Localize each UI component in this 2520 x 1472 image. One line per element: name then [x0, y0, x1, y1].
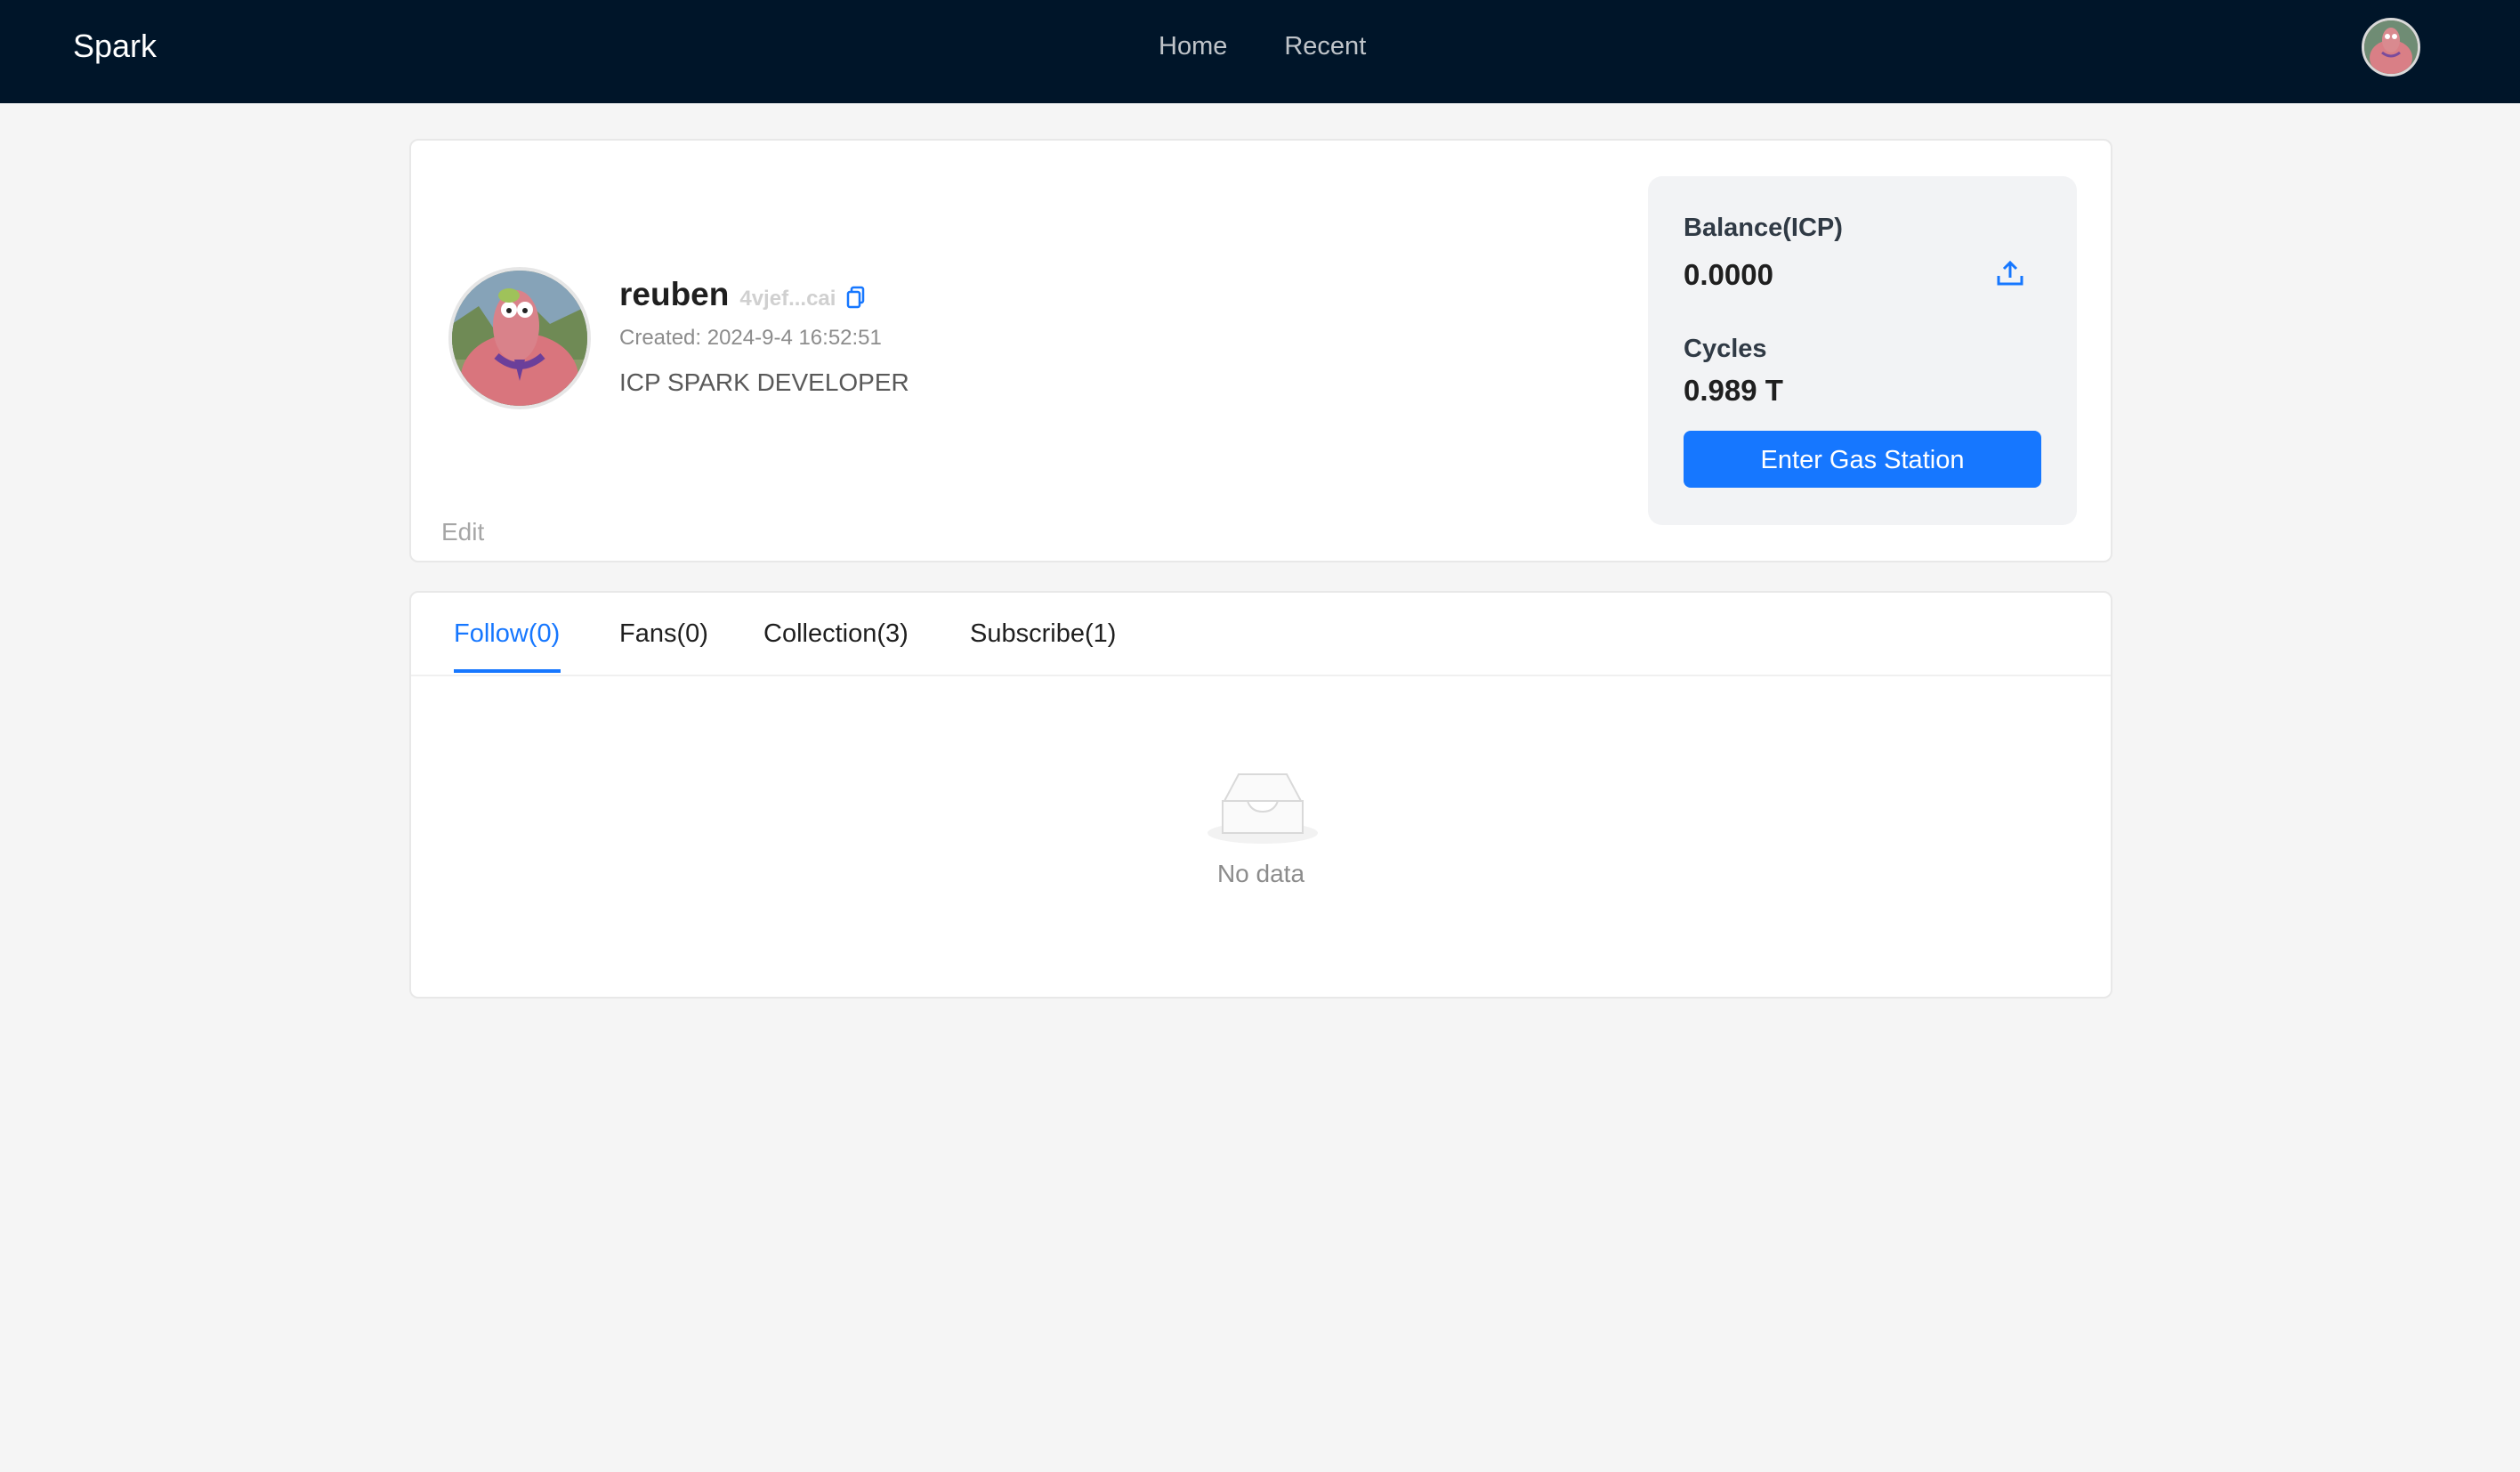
created-date: Created: 2024-9-4 16:52:51 [619, 326, 882, 350]
cycles-label: Cycles [1684, 335, 1767, 363]
profile-bio: ICP SPARK DEVELOPER [619, 368, 909, 396]
user-avatar-menu[interactable] [2362, 18, 2420, 77]
nav-item-recent[interactable]: Recent [1284, 25, 1366, 68]
profile-avatar [448, 267, 591, 409]
main-nav: Home Recent [1159, 25, 1366, 68]
cycles-value: 0.989 T [1684, 374, 1783, 407]
nav-item-home[interactable]: Home [1159, 25, 1227, 68]
edit-profile-link[interactable]: Edit [441, 518, 484, 546]
tab-subscribe[interactable]: Subscribe(1) [970, 616, 1116, 651]
avatar-image [452, 271, 587, 406]
top-navbar: Spark Home Recent [0, 0, 2520, 103]
tab-follow[interactable]: Follow(0) [454, 616, 560, 651]
balance-value: 0.0000 [1684, 258, 1773, 291]
avatar-image [2364, 20, 2418, 74]
profile-name-row: reuben 4vjef...cai [619, 276, 869, 313]
active-tab-indicator [454, 669, 561, 673]
tab-collection[interactable]: Collection(3) [763, 616, 909, 651]
copy-icon[interactable] [846, 286, 869, 311]
empty-inbox-graphic [1208, 773, 1318, 844]
balance-label: Balance(ICP) [1684, 214, 1843, 242]
tabs-card: Follow(0) Fans(0) Collection(3) Subscrib… [409, 591, 2112, 999]
upload-icon[interactable] [1995, 258, 2025, 288]
principal-id: 4vjef...cai [739, 287, 836, 311]
copy-icon-graphic [847, 286, 865, 309]
upload-icon-graphic [1997, 260, 2023, 286]
empty-inbox-icon [1205, 769, 1321, 845]
username: reuben [619, 276, 730, 312]
enter-gas-station-button[interactable]: Enter Gas Station [1684, 431, 2041, 488]
tab-fans[interactable]: Fans(0) [619, 616, 708, 651]
empty-state-text: No data [1216, 860, 1305, 887]
wallet-panel: Balance(ICP) 0.0000 Cycles 0.989 T Enter… [1648, 176, 2077, 525]
brand-logo[interactable]: Spark [73, 25, 157, 68]
tab-bar: Follow(0) Fans(0) Collection(3) Subscrib… [411, 593, 2111, 676]
profile-card: reuben 4vjef...cai Created: 2024-9-4 16:… [409, 139, 2112, 562]
